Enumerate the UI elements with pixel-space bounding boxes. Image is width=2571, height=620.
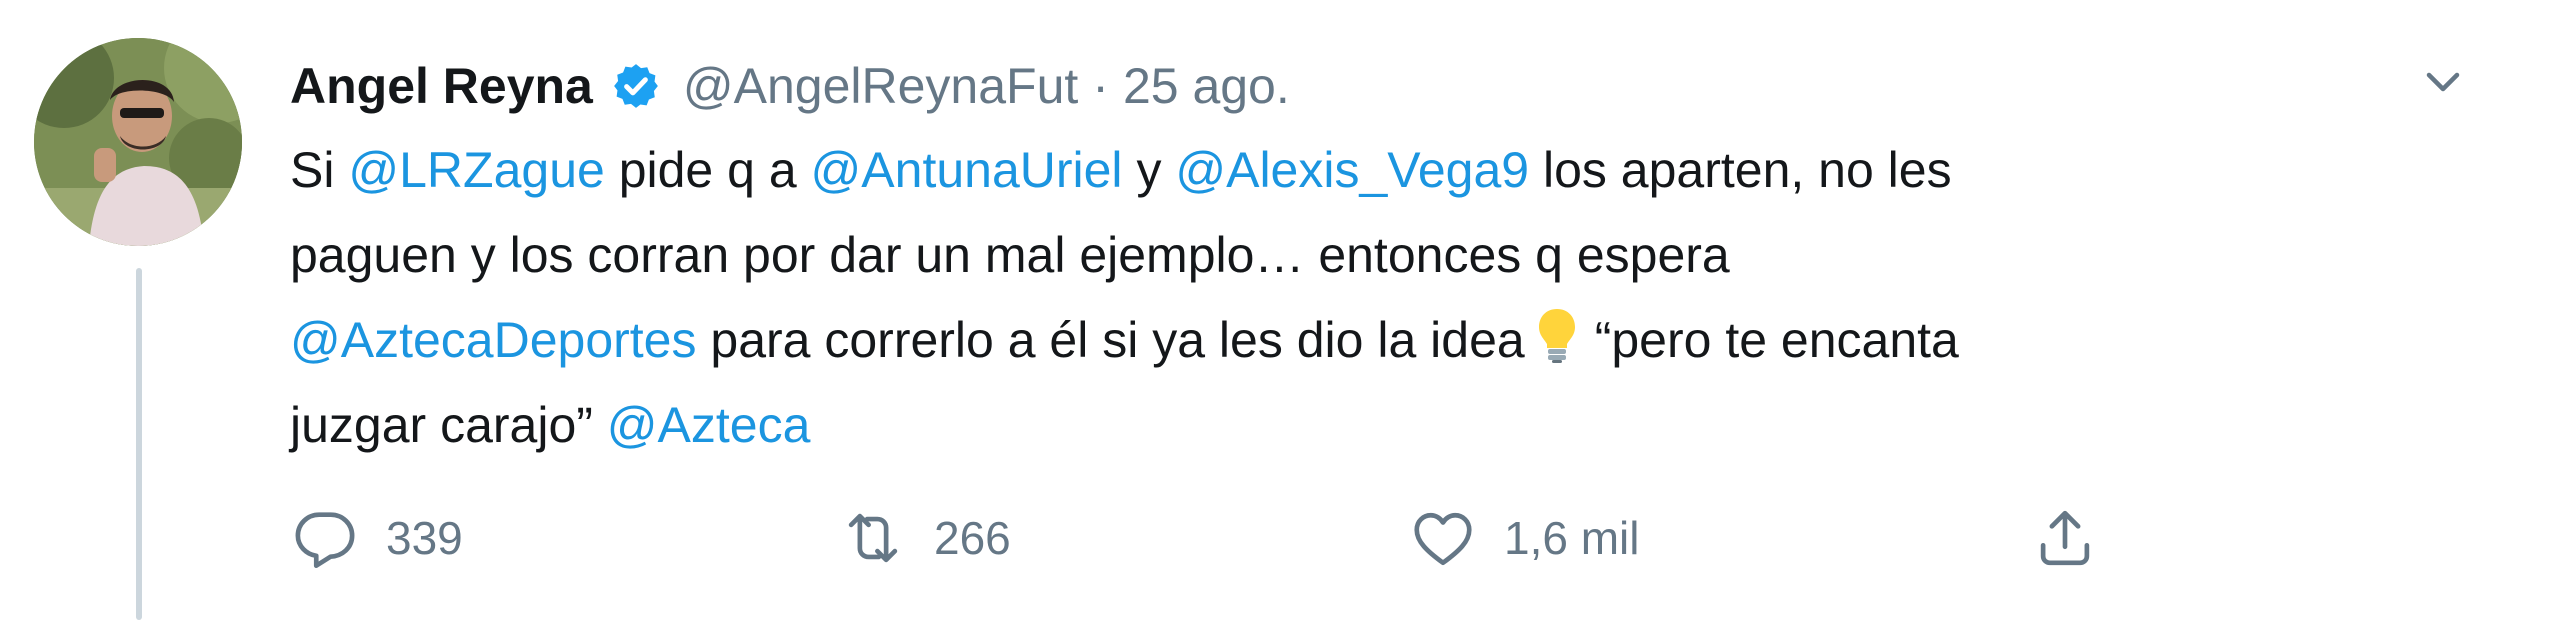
tweet-date[interactable]: 25 ago. — [1123, 57, 1290, 115]
text-fragment: juzgar carajo” — [290, 397, 607, 453]
mention-link[interactable]: @AntunaUriel — [811, 142, 1123, 198]
mention-link[interactable]: @AztecaDeportes — [290, 312, 697, 368]
reply-button[interactable]: 339 — [290, 498, 463, 578]
mention-link[interactable]: @Azteca — [607, 397, 811, 453]
thread-line — [136, 268, 142, 620]
author-handle[interactable]: @AngelReynaFut — [683, 57, 1078, 115]
text-fragment: y — [1122, 142, 1176, 198]
text-fragment: paguen y los corran por dar un mal ejemp… — [290, 227, 1730, 283]
verified-badge-icon — [611, 61, 661, 111]
tweet[interactable]: Angel Reyna @AngelReynaFut · 25 ago. Si … — [0, 0, 2571, 620]
share-button[interactable] — [2030, 498, 2100, 578]
avatar[interactable] — [34, 38, 242, 246]
text-fragment: Si — [290, 142, 349, 198]
like-count: 1,6 mil — [1504, 512, 1640, 564]
text-fragment: para correrlo a él si ya les dio la idea — [696, 312, 1525, 368]
light-bulb-emoji — [1537, 304, 1577, 363]
tweet-actions: 339 266 1,6 mil — [290, 498, 2490, 578]
heart-icon — [1414, 512, 1472, 566]
text-fragment: pide q a — [604, 142, 811, 198]
mention-link[interactable]: @Alexis_Vega9 — [1175, 142, 1529, 198]
tweet-text: Si @LRZague pide q a @AntunaUriel y @Ale… — [290, 128, 2470, 468]
reply-icon — [295, 512, 355, 569]
tweet-text-line: juzgar carajo” @Azteca — [290, 383, 2470, 468]
retweet-icon — [848, 513, 898, 563]
meta-separator: · — [1092, 58, 1109, 114]
mention-link[interactable]: @LRZague — [348, 142, 604, 198]
chevron-down-icon[interactable] — [2413, 52, 2473, 112]
like-button[interactable]: 1,6 mil — [1408, 498, 1639, 578]
text-fragment: los aparten, no les — [1529, 142, 1952, 198]
text-fragment: “pero te encanta — [1594, 312, 1959, 368]
retweet-button[interactable]: 266 — [838, 498, 1011, 578]
tweet-text-line: paguen y los corran por dar un mal ejemp… — [290, 213, 2470, 298]
avatar-photo — [34, 38, 242, 246]
tweet-header: Angel Reyna @AngelReynaFut · 25 ago. — [290, 46, 1290, 126]
share-icon — [2040, 510, 2090, 566]
tweet-text-line: @AztecaDeportes para correrlo a él si ya… — [290, 298, 2470, 383]
reply-count: 339 — [386, 512, 463, 564]
author-name[interactable]: Angel Reyna — [290, 57, 593, 115]
retweet-count: 266 — [934, 512, 1011, 564]
tweet-text-line: Si @LRZague pide q a @AntunaUriel y @Ale… — [290, 128, 2470, 213]
